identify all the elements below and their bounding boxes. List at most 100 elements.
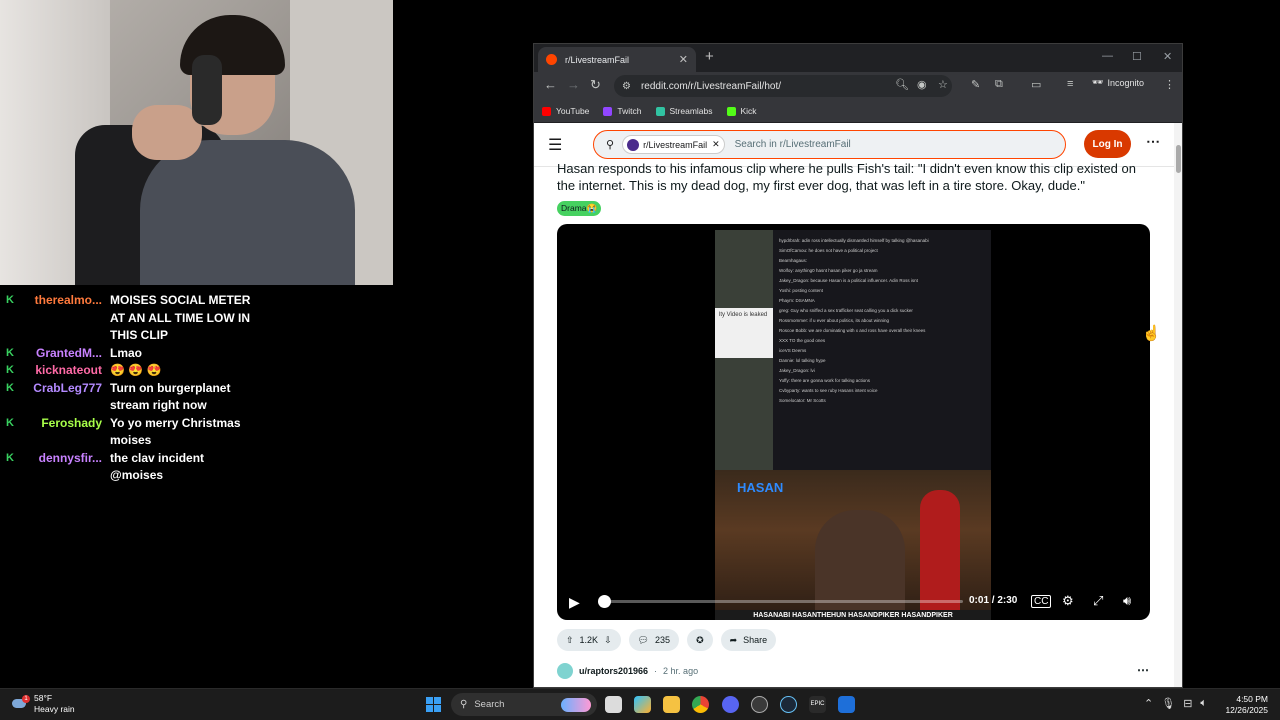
eye-off-icon[interactable]: ◉	[917, 78, 927, 91]
tray-expand-icon[interactable]: ⌃	[1144, 697, 1153, 710]
incognito-indicator[interactable]: 🕶︎ Incognito	[1092, 77, 1144, 88]
video-player[interactable]: lty Video is leaked hypdrbrah: adin ross…	[557, 224, 1150, 620]
hamburger-menu-icon[interactable]: ☰	[548, 135, 562, 155]
fullscreen-icon[interactable]: ⤢	[1093, 593, 1103, 609]
clock-time: 4:50 PM	[1236, 694, 1268, 704]
user-avatar[interactable]	[557, 663, 573, 679]
more-options-icon[interactable]: ⋯	[1146, 133, 1160, 150]
chat-username[interactable]: therealmo...	[16, 292, 102, 345]
video-chat-line: Wolfoy: anything0 hasnt hasan piker go j…	[779, 268, 878, 273]
extensions-icon[interactable]: ⧉	[995, 78, 1003, 91]
chat-username[interactable]: dennysfir...	[16, 450, 102, 485]
task-view-icon[interactable]	[605, 696, 622, 713]
video-leak-panel: lty Video is leaked	[715, 308, 773, 358]
subreddit-filter-chip[interactable]: r/LivestreamFail ✕	[622, 135, 725, 154]
back-icon[interactable]: ←	[544, 77, 557, 92]
reload-icon[interactable]: ↻	[590, 77, 601, 93]
bookmark-youtube[interactable]: YouTube	[542, 106, 589, 116]
settings-gear-icon[interactable]: ⚙	[1062, 593, 1074, 609]
chat-message: Kdennysfir... the clav incident @moises	[0, 450, 290, 485]
tab-bar: r/LivestreamFail ✕ + — ☐ ✕	[534, 44, 1182, 72]
search-icon: ⚲	[460, 699, 468, 710]
taskbar-search[interactable]: ⚲ Search	[451, 693, 597, 716]
post-time: 2 hr. ago	[663, 666, 699, 676]
discord-icon[interactable]	[722, 696, 739, 713]
chat-username[interactable]: kicknateout	[16, 362, 102, 380]
tab-livestreamfail[interactable]: r/LivestreamFail ✕	[538, 47, 696, 72]
subreddit-chip-label: r/LivestreamFail	[643, 139, 708, 150]
bookmark-kick[interactable]: Kick	[726, 106, 757, 116]
downvote-icon[interactable]: ⇩	[604, 635, 612, 646]
maximize-icon[interactable]: ☐	[1132, 50, 1142, 63]
epic-games-icon[interactable]: EPIC	[809, 696, 826, 713]
post-title[interactable]: Hasan responds to his infamous clip wher…	[557, 160, 1142, 194]
minimize-icon[interactable]: —	[1102, 50, 1113, 62]
login-button[interactable]: Log In	[1084, 130, 1131, 158]
search-highlight-icon	[561, 697, 591, 712]
bookmark-twitch[interactable]: Twitch	[603, 106, 642, 116]
temperature: 58°F	[34, 693, 53, 703]
chat-username[interactable]: Feroshady	[16, 415, 102, 450]
chrome-icon[interactable]	[692, 696, 709, 713]
kick-badge-icon: K	[6, 451, 14, 464]
new-tab-button[interactable]: +	[705, 48, 714, 65]
close-window-icon[interactable]: ✕	[1163, 50, 1172, 63]
bookmark-star-icon[interactable]: ☆	[938, 78, 948, 91]
windows-taskbar: 1 58°F Heavy rain ⚲ Search EPIC ⌃ 🎙︎ ⊟ 🔈…	[0, 688, 1280, 720]
upvote-icon[interactable]: ⇧	[566, 635, 574, 646]
bookmark-label: Kick	[740, 106, 757, 116]
chip-close-icon[interactable]: ✕	[712, 139, 720, 150]
vote-buttons[interactable]: ⇧ 1.2K ⇩	[557, 629, 621, 651]
network-icon[interactable]: ⊟	[1183, 697, 1192, 710]
play-icon[interactable]: ▶	[569, 594, 580, 611]
video-chat-line: hypdrbrah: adin ross intellectually dism…	[779, 238, 929, 243]
chat-text: Lmao	[110, 345, 143, 360]
post-flair[interactable]: Drama😭	[557, 201, 602, 216]
webcam-feed	[0, 0, 393, 285]
bookmark-streamlabs[interactable]: Streamlabs	[655, 106, 713, 116]
weather-description: Heavy rain	[34, 704, 75, 714]
site-info-icon[interactable]: ⚙	[622, 81, 631, 92]
system-clock[interactable]: 4:50 PM 12/26/2025	[1222, 694, 1268, 716]
split-view-icon[interactable]: ▭	[1031, 78, 1041, 91]
extension-pen-icon[interactable]: ✎	[971, 78, 980, 91]
video-frame: lty Video is leaked hypdrbrah: adin ross…	[715, 230, 991, 620]
chat-username[interactable]: CrabLeg777	[16, 380, 102, 415]
page-scrollbar[interactable]	[1174, 123, 1182, 687]
media-icon[interactable]: ≡	[1067, 78, 1073, 90]
app-icon[interactable]	[838, 696, 855, 713]
stream-chat: Ktherealmo... MOISES SOCIAL METER AT AN A…	[0, 292, 290, 485]
zoom-icon[interactable]: 🔍︎	[895, 78, 909, 91]
bookmark-label: Twitch	[617, 106, 642, 116]
video-chat-line: greg: Guy who sniffed a sex trafficker s…	[779, 308, 913, 313]
tab-title: r/LivestreamFail	[565, 54, 630, 65]
award-button[interactable]: ✪	[687, 629, 713, 651]
scrubber-knob[interactable]	[597, 595, 611, 608]
steam-icon[interactable]	[780, 696, 797, 713]
copilot-icon[interactable]	[634, 696, 651, 713]
microphone-icon[interactable]: 🎙︎	[1161, 697, 1175, 710]
incognito-icon: 🕶︎	[1092, 77, 1104, 87]
video-chat-line: Somelocator: Mr Scotts	[779, 398, 826, 403]
scrollbar-thumb[interactable]	[1176, 145, 1181, 173]
file-explorer-icon[interactable]	[663, 696, 680, 713]
weather-widget[interactable]: 1 58°F Heavy rain	[12, 693, 75, 715]
obs-icon[interactable]	[751, 696, 768, 713]
post-more-icon[interactable]: ⋯	[1137, 663, 1149, 677]
video-scrubber[interactable]	[601, 600, 963, 603]
browser-menu-icon[interactable]: ⋮	[1164, 78, 1175, 91]
share-button[interactable]: ➦ Share	[720, 629, 777, 651]
speaker-icon[interactable]: 🔈︎	[1200, 697, 1207, 710]
windows-start-icon[interactable]	[426, 697, 441, 712]
chat-text: MOISES SOCIAL METER AT AN ALL TIME LOW I…	[110, 293, 251, 342]
subreddit-search[interactable]: ⚲ r/LivestreamFail ✕ Search in r/Livestr…	[593, 130, 1066, 159]
post-author[interactable]: u/raptors201966	[579, 666, 648, 676]
tab-close-icon[interactable]: ✕	[679, 53, 688, 66]
forward-icon[interactable]: →	[567, 77, 580, 92]
captions-icon[interactable]: CC	[1031, 595, 1052, 608]
share-icon: ➦	[729, 634, 738, 645]
chat-username[interactable]: GrantedM...	[16, 345, 102, 363]
comments-button[interactable]: 💬︎ 235	[628, 629, 680, 651]
volume-icon[interactable]: 🔊︎	[1123, 593, 1131, 609]
url-text: reddit.com/r/LivestreamFail/hot/	[640, 80, 782, 92]
